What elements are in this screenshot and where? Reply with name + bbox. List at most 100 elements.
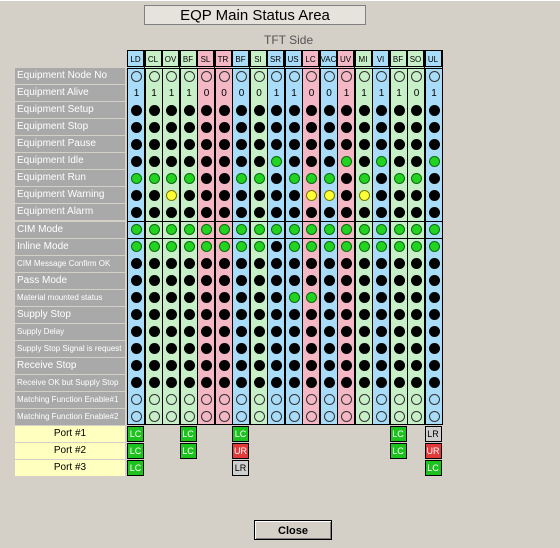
empty-indicator [131, 71, 142, 82]
green-indicator [253, 224, 265, 235]
status-cell [337, 204, 354, 221]
black-indicator [131, 105, 142, 116]
black-indicator [218, 292, 230, 303]
status-cell [267, 272, 284, 289]
green-indicator [271, 224, 282, 235]
status-cell [337, 221, 354, 238]
status-cell [232, 340, 249, 357]
row-label: Equipment Warning [15, 187, 125, 203]
black-indicator [341, 275, 352, 286]
status-cell [197, 289, 214, 306]
status-cell [354, 408, 372, 425]
status-cell [372, 391, 389, 408]
status-cell [337, 153, 354, 170]
status-cell [214, 289, 232, 306]
status-cell [424, 289, 442, 306]
status-cell [424, 187, 442, 204]
black-indicator [323, 326, 335, 337]
close-button[interactable]: Close [254, 520, 332, 540]
status-cell [424, 391, 442, 408]
status-cell [354, 102, 372, 119]
black-indicator [166, 139, 177, 150]
status-cell [354, 340, 372, 357]
status-cell [424, 170, 442, 187]
black-indicator [358, 360, 370, 371]
green-indicator [183, 241, 195, 252]
black-indicator [148, 139, 160, 150]
black-indicator [358, 258, 370, 269]
empty-indicator [288, 71, 300, 82]
status-cell [127, 340, 144, 357]
status-cell [424, 357, 442, 374]
black-indicator [341, 326, 352, 337]
black-indicator [183, 360, 195, 371]
status-cell [162, 238, 179, 255]
black-indicator [288, 190, 300, 201]
black-indicator [358, 139, 370, 150]
black-indicator [183, 207, 195, 218]
black-indicator [341, 258, 352, 269]
status-cell [197, 391, 214, 408]
black-indicator [306, 122, 317, 133]
status-cell [232, 238, 249, 255]
black-indicator [306, 105, 317, 116]
black-indicator [411, 343, 422, 354]
black-indicator [376, 292, 387, 303]
black-indicator [393, 309, 405, 320]
column-header: LC [302, 50, 319, 67]
black-indicator [288, 275, 300, 286]
black-indicator [358, 326, 370, 337]
status-cell [249, 357, 267, 374]
row-label: Equipment Setup [15, 102, 125, 118]
empty-indicator [376, 411, 387, 422]
status-cell [372, 306, 389, 323]
empty-indicator [148, 411, 160, 422]
black-indicator [288, 360, 300, 371]
black-indicator [306, 360, 317, 371]
status-cell: 1 [389, 85, 407, 102]
black-indicator [411, 275, 422, 286]
black-indicator [253, 122, 265, 133]
black-indicator [358, 275, 370, 286]
black-indicator [236, 275, 247, 286]
port-state-box: LC [127, 460, 144, 476]
port-state-box: LR [232, 460, 249, 476]
black-indicator [166, 105, 177, 116]
black-indicator [393, 207, 405, 218]
black-indicator [236, 105, 247, 116]
row-label: Equipment Alive [15, 85, 125, 101]
status-cell [144, 187, 162, 204]
status-cell [144, 170, 162, 187]
status-cell [249, 204, 267, 221]
status-cell [302, 289, 319, 306]
row-label: Equipment Alarm [15, 204, 125, 220]
alive-value: 0 [326, 88, 332, 99]
status-cell [197, 170, 214, 187]
black-indicator [183, 105, 195, 116]
status-cell [232, 136, 249, 153]
status-cell [197, 255, 214, 272]
empty-indicator [323, 411, 335, 422]
status-cell [232, 306, 249, 323]
status-cell [162, 255, 179, 272]
status-cell [354, 119, 372, 136]
black-indicator [428, 343, 440, 354]
status-cell [144, 340, 162, 357]
status-cell [249, 255, 267, 272]
black-indicator [393, 275, 405, 286]
alive-value: 1 [343, 88, 350, 99]
status-cell [407, 68, 424, 85]
empty-indicator [253, 71, 265, 82]
black-indicator [411, 122, 422, 133]
empty-indicator [166, 394, 177, 405]
black-indicator [218, 360, 230, 371]
empty-indicator [358, 411, 370, 422]
black-indicator [236, 190, 247, 201]
black-indicator [201, 190, 212, 201]
status-cell [372, 187, 389, 204]
yellow-indicator [323, 190, 335, 201]
black-indicator [288, 309, 300, 320]
black-indicator [148, 326, 160, 337]
status-cell [267, 306, 284, 323]
empty-indicator [236, 394, 247, 405]
